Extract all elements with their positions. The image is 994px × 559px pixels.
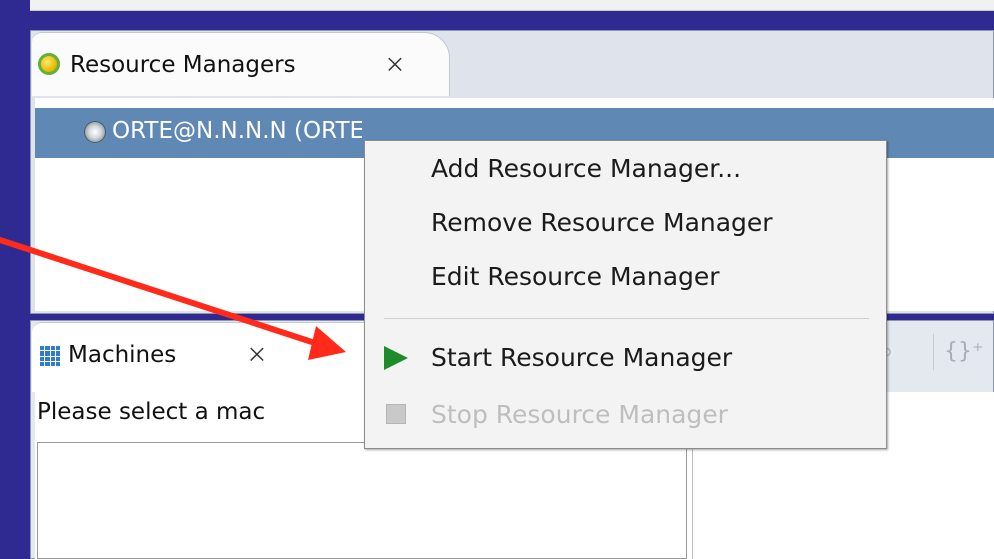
menu-item-edit-resource-manager[interactable]: Edit Resource Manager	[431, 258, 720, 296]
stop-icon	[386, 404, 406, 424]
top-toolbar-strip	[30, 0, 994, 11]
resource-manager-icon	[38, 53, 60, 75]
machines-prompt: Please select a mac	[37, 399, 266, 425]
resource-manager-node-icon	[84, 121, 106, 143]
toolbar-separator	[933, 334, 934, 370]
menu-item-stop-resource-manager: Stop Resource Manager	[431, 400, 728, 429]
machines-tab-label: Machines	[68, 342, 177, 368]
play-icon	[384, 346, 408, 370]
braces-icon[interactable]: {}⁺	[944, 338, 984, 366]
machine-details-pane[interactable]	[692, 442, 994, 559]
menu-item-start-resource-manager[interactable]: Start Resource Manager	[431, 339, 732, 377]
machines-list[interactable]	[37, 442, 687, 559]
grid-icon	[40, 346, 60, 366]
menu-separator	[384, 318, 869, 319]
menu-item-add-resource-manager[interactable]: Add Resource Manager...	[431, 150, 741, 188]
menu-item-remove-resource-manager[interactable]: Remove Resource Manager	[431, 204, 773, 242]
resource-managers-tab-label: Resource Managers	[70, 52, 296, 78]
close-icon[interactable]: ⨉	[386, 57, 404, 75]
resource-manager-row-label: ORTE@N.N.N.N (ORTE)	[112, 118, 362, 144]
left-frame-border	[0, 0, 18, 559]
close-icon[interactable]: ⨉	[248, 347, 266, 365]
